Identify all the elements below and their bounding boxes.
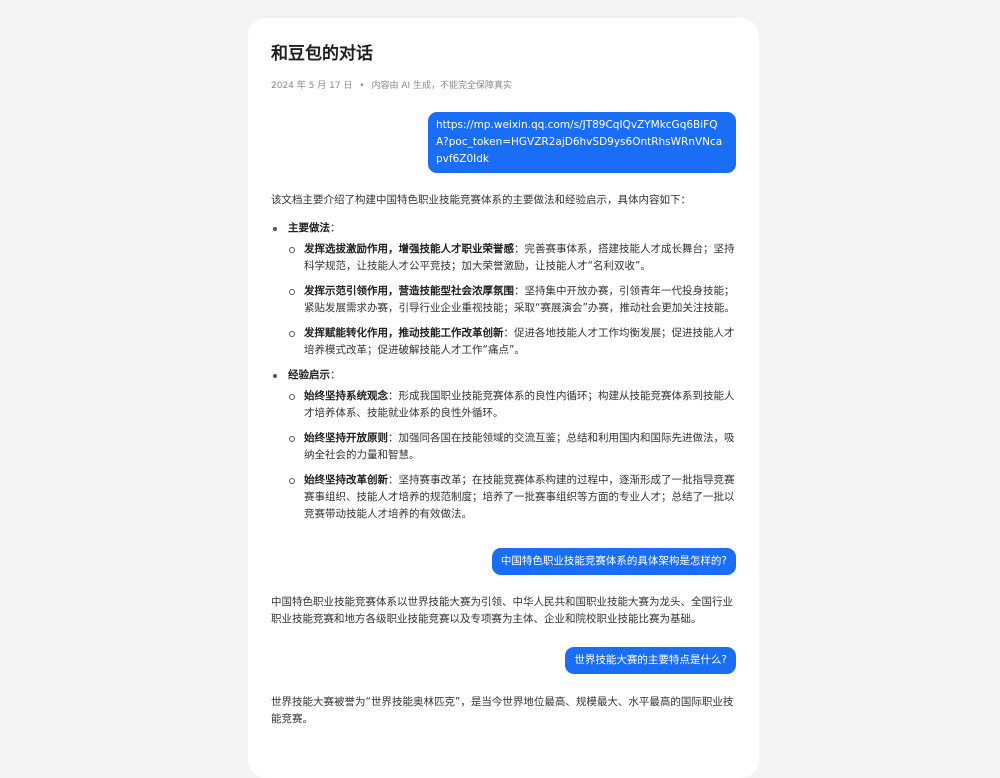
sub-list: 始终坚持系统观念：形成我国职业技能竞赛体系的良性内循环；构建从技能竞赛体系到技能… — [288, 388, 736, 523]
list-item-section: 经验启示： 始终坚持系统观念：形成我国职业技能竞赛体系的良性内循环；构建从技能竞… — [271, 367, 736, 523]
conversation-meta: 2024 年 5 月 17 日 • 内容由 AI 生成，不能完全保障真实 — [271, 79, 736, 93]
meta-separator: • — [359, 81, 365, 91]
list-item: 发挥示范引领作用，营造技能型社会浓厚氛围：坚持集中开放办赛，引领青年一代投身技能… — [288, 283, 736, 317]
section-colon: ： — [330, 222, 341, 234]
user-message-row: 世界技能大赛的主要特点是什么? — [271, 628, 736, 674]
user-question-bubble[interactable]: 中国特色职业技能竞赛体系的具体架构是怎样的? — [491, 548, 736, 575]
conversation-card: 和豆包的对话 2024 年 5 月 17 日 • 内容由 AI 生成，不能完全保… — [248, 18, 759, 778]
list-item: 始终坚持改革创新：坚持赛事改革；在技能竞赛体系构建的过程中，逐渐形成了一批指导竞… — [288, 472, 736, 523]
section-heading: 主要做法 — [288, 222, 330, 234]
conversation-date: 2024 年 5 月 17 日 — [271, 81, 353, 91]
sub-list: 发挥选拔激励作用，增强技能人才职业荣誉感：完善赛事体系，搭建技能人才成长舞台；坚… — [288, 241, 736, 359]
user-message-link[interactable]: https://mp.weixin.qq.com/s/JT89CqIQvZYMk… — [428, 112, 736, 173]
list-item: 始终坚持开放原则：加强同各国在技能领域的交流互鉴；总结和利用国内和国际先进做法，… — [288, 430, 736, 464]
answer-paragraph: 中国特色职业技能竞赛体系以世界技能大赛为引领、中华人民共和国职业技能大赛为龙头、… — [271, 596, 733, 625]
list-item-section: 主要做法： 发挥选拔激励作用，增强技能人才职业荣誉感：完善赛事体系，搭建技能人才… — [271, 220, 736, 359]
user-question-bubble[interactable]: 世界技能大赛的主要特点是什么? — [565, 647, 736, 674]
page-title: 和豆包的对话 — [271, 44, 373, 64]
section-colon: ： — [330, 369, 341, 381]
ai-disclaimer: 内容由 AI 生成，不能完全保障真实 — [371, 81, 512, 91]
user-message-row: 中国特色职业技能竞赛体系的具体架构是怎样的? — [271, 531, 736, 575]
item-heading: 始终坚持改革创新 — [304, 474, 388, 486]
item-heading: 发挥赋能转化作用，推动技能工作改革创新 — [304, 327, 504, 339]
list-item: 发挥选拔激励作用，增强技能人才职业荣誉感：完善赛事体系，搭建技能人才成长舞台；坚… — [288, 241, 736, 275]
section-heading: 经验启示 — [288, 369, 330, 381]
item-heading: 发挥选拔激励作用，增强技能人才职业荣誉感 — [304, 243, 514, 255]
list-item: 发挥赋能转化作用，推动技能工作改革创新：促进各地技能人才工作均衡发展；促进技能人… — [288, 325, 736, 359]
answer-list: 主要做法： 发挥选拔激励作用，增强技能人才职业荣誉感：完善赛事体系，搭建技能人才… — [271, 220, 736, 523]
answer-paragraph: 世界技能大赛被誉为“世界技能奥林匹克”，是当今世界地位最高、规模最大、水平最高的… — [271, 696, 734, 725]
item-heading: 始终坚持开放原则 — [304, 432, 388, 444]
answer-intro: 该文档主要介绍了构建中国特色职业技能竞赛体系的主要做法和经验启示，具体内容如下： — [271, 194, 691, 206]
user-message-row: https://mp.weixin.qq.com/s/JT89CqIQvZYMk… — [271, 93, 736, 173]
item-heading: 始终坚持系统观念 — [304, 390, 388, 402]
list-item: 始终坚持系统观念：形成我国职业技能竞赛体系的良性内循环；构建从技能竞赛体系到技能… — [288, 388, 736, 422]
item-heading: 发挥示范引领作用，营造技能型社会浓厚氛围 — [304, 285, 514, 297]
